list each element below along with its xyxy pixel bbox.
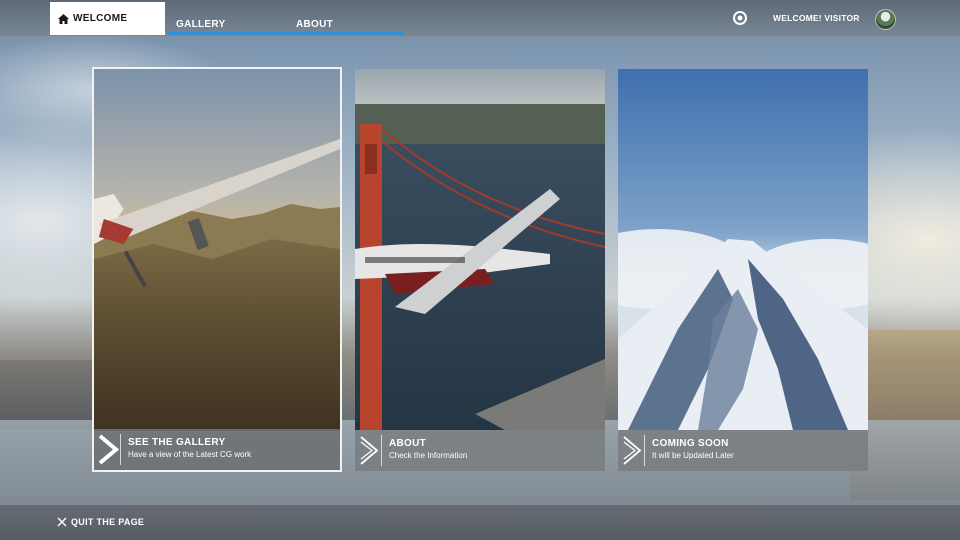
tab-gallery-label: GALLERY xyxy=(176,18,226,30)
card-coming-soon-title: COMING SOON xyxy=(652,438,729,449)
card-gallery-caption: SEE THE GALLERY Have a view of the Lates… xyxy=(94,429,340,470)
card-about-caption: ABOUT Check the Information xyxy=(355,430,605,471)
tab-about[interactable]: ABOUT xyxy=(296,14,333,34)
caption-divider xyxy=(381,435,382,466)
card-about[interactable]: ABOUT Check the Information xyxy=(355,69,605,471)
card-gallery-title: SEE THE GALLERY xyxy=(128,437,226,448)
top-navigation-bar: WELCOME GALLERY ABOUT WELCOME! VISITOR xyxy=(0,0,960,37)
card-gallery-image xyxy=(94,69,340,431)
close-icon xyxy=(57,517,67,527)
card-gallery-subtitle: Have a view of the Latest CG work xyxy=(128,450,252,459)
chevron-right-icon xyxy=(360,436,379,465)
card-coming-soon-subtitle: It will be Updated Later xyxy=(652,451,734,460)
avatar[interactable] xyxy=(875,9,896,30)
tab-welcome-label: WELCOME xyxy=(73,13,128,24)
caption-divider xyxy=(120,434,121,465)
tab-about-label: ABOUT xyxy=(296,18,334,30)
gear-icon[interactable] xyxy=(733,11,747,25)
welcome-greeting: WELCOME! VISITOR xyxy=(773,13,860,23)
quit-label: QUIT THE PAGE xyxy=(71,517,145,527)
card-coming-soon[interactable]: COMING SOON It will be Updated Later xyxy=(618,69,868,471)
chevron-right-icon xyxy=(623,436,642,465)
card-coming-soon-image xyxy=(618,69,868,430)
home-icon xyxy=(58,13,69,24)
tab-underline xyxy=(168,32,404,35)
tab-gallery[interactable]: GALLERY xyxy=(176,14,226,34)
tab-welcome[interactable]: WELCOME xyxy=(50,2,165,35)
card-about-title: ABOUT xyxy=(389,438,427,449)
bottom-bar: QUIT THE PAGE xyxy=(0,505,960,540)
card-about-image xyxy=(355,69,605,430)
card-gallery[interactable]: SEE THE GALLERY Have a view of the Lates… xyxy=(92,67,342,472)
quit-button[interactable]: QUIT THE PAGE xyxy=(57,517,144,527)
caption-divider xyxy=(644,435,645,466)
card-about-subtitle: Check the Information xyxy=(389,451,468,460)
card-coming-soon-caption: COMING SOON It will be Updated Later xyxy=(618,430,868,471)
chevron-right-icon xyxy=(98,434,119,465)
